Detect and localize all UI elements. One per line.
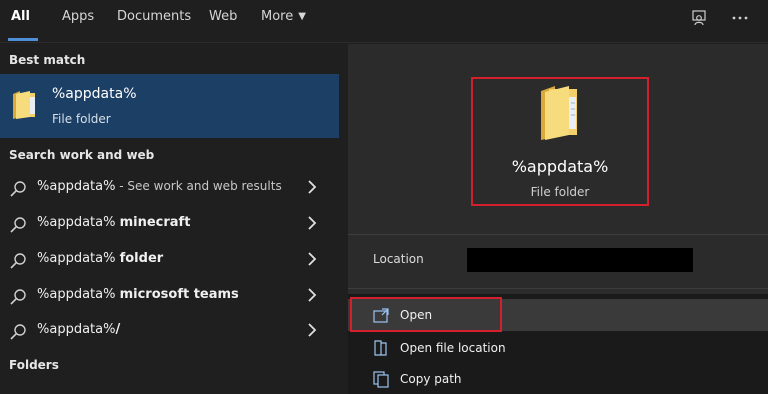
copy-path-icon	[373, 371, 389, 388]
web-result-row[interactable]: %appdata% - See work and web results	[0, 172, 339, 204]
caret-down-icon: ▼	[298, 11, 306, 22]
web-result-row[interactable]: %appdata% minecraft	[0, 208, 339, 240]
tab-more-label: More	[261, 9, 294, 24]
web-result-row[interactable]: %appdata% microsoft teams	[0, 280, 339, 312]
chevron-right-icon[interactable]	[305, 215, 319, 231]
folder-icon	[533, 83, 583, 147]
more-options-icon[interactable]	[727, 7, 753, 29]
location-value-redacted	[467, 248, 693, 272]
web-result-row[interactable]: %appdata% folder	[0, 244, 339, 276]
chevron-right-icon[interactable]	[305, 287, 319, 303]
tab-apps[interactable]: Apps	[62, 9, 94, 24]
results-pane: Best match %appdata% File folder Search …	[0, 44, 340, 394]
best-match-header: Best match	[9, 53, 86, 67]
search-web-header: Search work and web	[9, 148, 155, 162]
best-match-type: File folder	[52, 112, 111, 126]
open-file-location-action[interactable]: Open file location	[348, 332, 768, 364]
preview-type: File folder	[530, 185, 590, 199]
web-result-row[interactable]: %appdata%/	[0, 315, 339, 347]
folders-header: Folders	[9, 358, 59, 372]
tab-all[interactable]: All	[11, 9, 30, 24]
search-tab-bar: All Apps Documents Web More ▼	[0, 0, 768, 43]
active-tab-indicator	[8, 38, 38, 41]
preview-highlight: %appdata% File folder	[471, 77, 649, 206]
tab-documents[interactable]: Documents	[117, 9, 191, 24]
preview-name: %appdata%	[511, 157, 609, 176]
divider	[348, 288, 768, 289]
web-result-text: %appdata%/	[37, 322, 121, 337]
tab-web[interactable]: Web	[209, 9, 237, 24]
chevron-right-icon[interactable]	[305, 251, 319, 267]
chevron-right-icon[interactable]	[305, 322, 319, 338]
search-icon	[10, 324, 26, 340]
web-result-text: %appdata% microsoft teams	[37, 287, 239, 302]
preview-pane: %appdata% File folder Location Open Open…	[348, 44, 768, 394]
best-match-name: %appdata%	[52, 86, 137, 102]
location-label: Location	[373, 252, 424, 266]
web-result-text: %appdata% - See work and web results	[37, 179, 282, 194]
open-highlight	[350, 297, 502, 332]
file-location-icon	[374, 340, 387, 356]
web-result-text: %appdata% folder	[37, 251, 164, 266]
search-icon	[10, 181, 26, 197]
feedback-icon[interactable]	[686, 7, 712, 29]
open-file-location-label: Open file location	[400, 341, 506, 355]
copy-path-label: Copy path	[400, 372, 462, 386]
chevron-right-icon[interactable]	[305, 179, 319, 195]
search-icon	[10, 289, 26, 305]
copy-path-action[interactable]: Copy path	[348, 363, 768, 394]
search-icon	[10, 217, 26, 233]
best-match-item[interactable]: %appdata% File folder	[0, 74, 339, 138]
web-result-text: %appdata% minecraft	[37, 215, 191, 230]
folder-icon	[10, 88, 38, 124]
search-icon	[10, 253, 26, 269]
tab-more[interactable]: More ▼	[261, 9, 306, 24]
divider	[348, 234, 768, 235]
